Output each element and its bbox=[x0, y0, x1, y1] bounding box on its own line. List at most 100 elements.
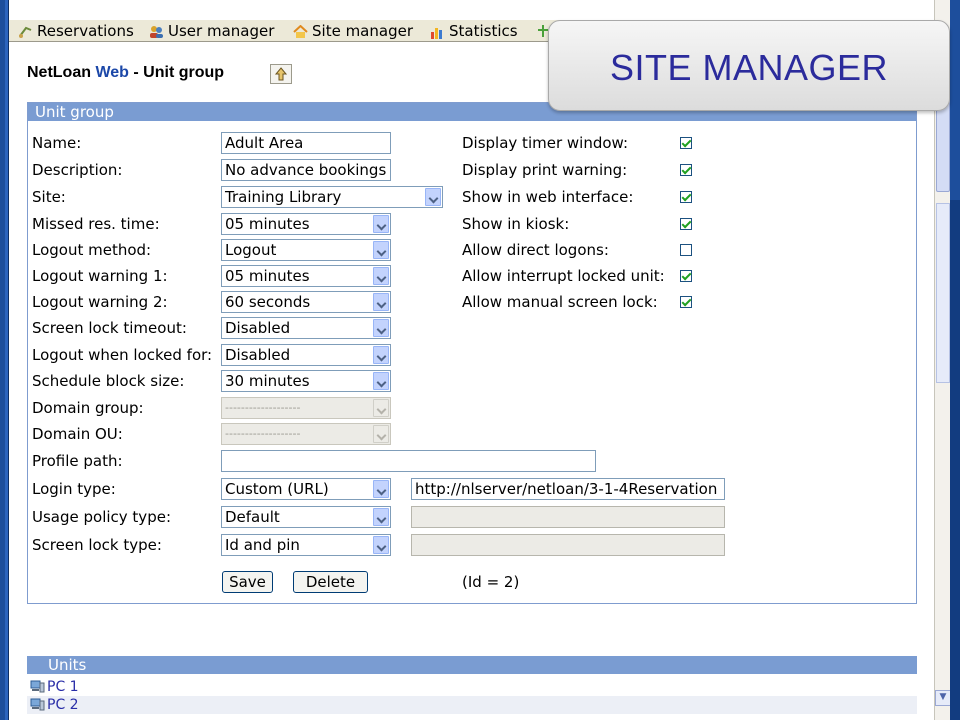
page-title-app: NetLoan bbox=[27, 64, 91, 81]
nav-site-manager-label: Site manager bbox=[312, 22, 413, 40]
list-item[interactable]: PC 1 bbox=[27, 678, 917, 696]
name-label: Name: bbox=[32, 134, 82, 152]
logout-warning2-value: 60 seconds bbox=[225, 293, 311, 311]
chevron-down-icon bbox=[373, 480, 389, 498]
statistics-icon bbox=[430, 24, 445, 39]
chevron-down-icon bbox=[373, 425, 389, 443]
usage-policy-value: Default bbox=[225, 508, 280, 526]
profile-path-label: Profile path: bbox=[32, 452, 123, 470]
delete-button[interactable]: Delete bbox=[293, 571, 368, 593]
login-type-value: Custom (URL) bbox=[225, 480, 329, 498]
logout-warning2-label: Logout warning 2: bbox=[32, 293, 168, 311]
kiosk-label: Show in kiosk: bbox=[462, 215, 570, 233]
logout-warning1-label: Logout warning 1: bbox=[32, 267, 168, 285]
chevron-down-icon bbox=[373, 319, 389, 337]
logout-locked-label: Logout when locked for: bbox=[32, 346, 213, 364]
nav-reservations[interactable]: Reservations bbox=[18, 21, 134, 41]
logout-method-value: Logout bbox=[225, 241, 277, 259]
chevron-down-icon bbox=[373, 267, 389, 285]
page-title-suffix: - Unit group bbox=[133, 64, 225, 81]
page-title: NetLoan Web - Unit group bbox=[27, 64, 224, 82]
description-input[interactable]: No advance bookings bbox=[221, 159, 391, 181]
direct-logons-label: Allow direct logons: bbox=[462, 241, 609, 259]
chevron-down-icon bbox=[373, 215, 389, 233]
screen-lock-type-select[interactable]: Id and pin bbox=[221, 534, 391, 556]
domain-group-select[interactable]: ------------------- bbox=[221, 397, 391, 419]
missed-res-select[interactable]: 05 minutes bbox=[221, 213, 391, 235]
domain-group-value: ------------------- bbox=[225, 401, 301, 414]
up-button[interactable] bbox=[270, 64, 292, 84]
usage-policy-extra-input[interactable] bbox=[411, 506, 725, 528]
section-callout: SITE MANAGER bbox=[548, 20, 950, 111]
unit-label: PC 1 bbox=[47, 679, 79, 695]
login-type-select[interactable]: Custom (URL) bbox=[221, 478, 391, 500]
users-icon bbox=[149, 24, 164, 38]
domain-group-label: Domain group: bbox=[32, 399, 144, 417]
logout-locked-select[interactable]: Disabled bbox=[221, 344, 391, 366]
nav-user-manager[interactable]: User manager bbox=[149, 21, 274, 41]
chevron-down-icon bbox=[373, 399, 389, 417]
schedule-block-label: Schedule block size: bbox=[32, 372, 185, 390]
home-icon bbox=[293, 24, 308, 38]
profile-path-input[interactable] bbox=[221, 450, 596, 472]
direct-logons-checkbox[interactable] bbox=[680, 244, 692, 256]
manual-lock-label: Allow manual screen lock: bbox=[462, 293, 658, 311]
logout-warning1-value: 05 minutes bbox=[225, 267, 310, 285]
site-select[interactable]: Training Library bbox=[221, 186, 443, 208]
callout-title: SITE MANAGER bbox=[609, 47, 889, 88]
interrupt-locked-checkbox[interactable] bbox=[680, 270, 692, 282]
nav-user-manager-label: User manager bbox=[168, 22, 275, 40]
manual-lock-checkbox[interactable] bbox=[680, 296, 692, 308]
unit-label: PC 2 bbox=[47, 697, 79, 713]
nav-statistics[interactable]: Statistics bbox=[430, 21, 518, 41]
list-item[interactable]: PC 2 bbox=[27, 696, 917, 714]
screen-lock-type-label: Screen lock type: bbox=[32, 536, 162, 554]
description-label: Description: bbox=[32, 161, 123, 179]
chevron-down-icon bbox=[373, 372, 389, 390]
schedule-block-select[interactable]: 30 minutes bbox=[221, 370, 391, 392]
up-arrow-icon bbox=[274, 67, 288, 81]
login-type-label: Login type: bbox=[32, 480, 116, 498]
nav-site-manager[interactable]: Site manager bbox=[293, 21, 413, 41]
chevron-down-icon bbox=[373, 241, 389, 259]
scroll-down-button[interactable]: ▼ bbox=[935, 690, 951, 706]
logout-warning1-select[interactable]: 05 minutes bbox=[221, 265, 391, 287]
save-button[interactable]: Save bbox=[222, 571, 273, 593]
interrupt-locked-label: Allow interrupt locked unit: bbox=[462, 267, 665, 285]
logout-method-label: Logout method: bbox=[32, 241, 152, 259]
record-id: (Id = 2) bbox=[462, 573, 520, 591]
web-interface-label: Show in web interface: bbox=[462, 188, 634, 206]
chevron-down-icon bbox=[373, 508, 389, 526]
site-label: Site: bbox=[32, 188, 66, 206]
screen-lock-timeout-select[interactable]: Disabled bbox=[221, 317, 391, 339]
window-frame-right bbox=[950, 0, 960, 720]
screen-lock-timeout-value: Disabled bbox=[225, 319, 291, 337]
print-warning-label: Display print warning: bbox=[462, 161, 628, 179]
schedule-block-value: 30 minutes bbox=[225, 372, 310, 390]
domain-ou-value: ------------------- bbox=[225, 427, 301, 440]
usage-policy-select[interactable]: Default bbox=[221, 506, 391, 528]
missed-res-value: 05 minutes bbox=[225, 215, 310, 233]
site-select-value: Training Library bbox=[225, 188, 342, 206]
logout-locked-value: Disabled bbox=[225, 346, 291, 364]
name-input[interactable]: Adult Area bbox=[221, 132, 391, 154]
timer-checkbox[interactable] bbox=[680, 137, 692, 149]
logout-warning2-select[interactable]: 60 seconds bbox=[221, 291, 391, 313]
window-frame-left bbox=[0, 0, 8, 720]
nav-reservations-label: Reservations bbox=[37, 22, 134, 40]
domain-ou-select[interactable]: ------------------- bbox=[221, 423, 391, 445]
missed-res-label: Missed res. time: bbox=[32, 215, 160, 233]
chevron-down-icon bbox=[425, 188, 441, 206]
web-interface-checkbox[interactable] bbox=[680, 191, 692, 203]
timer-label: Display timer window: bbox=[462, 134, 629, 152]
screen-lock-extra-input[interactable] bbox=[411, 534, 725, 556]
scroll-track[interactable] bbox=[936, 203, 950, 383]
chevron-down-icon bbox=[373, 536, 389, 554]
logout-method-select[interactable]: Logout bbox=[221, 239, 391, 261]
print-warning-checkbox[interactable] bbox=[680, 164, 692, 176]
units-header: Units bbox=[27, 656, 917, 674]
login-url-input[interactable]: http://nlserver/netloan/3-1-4Reservation bbox=[411, 478, 725, 500]
screen-lock-type-value: Id and pin bbox=[225, 536, 300, 554]
usage-policy-label: Usage policy type: bbox=[32, 508, 171, 526]
kiosk-checkbox[interactable] bbox=[680, 218, 692, 230]
